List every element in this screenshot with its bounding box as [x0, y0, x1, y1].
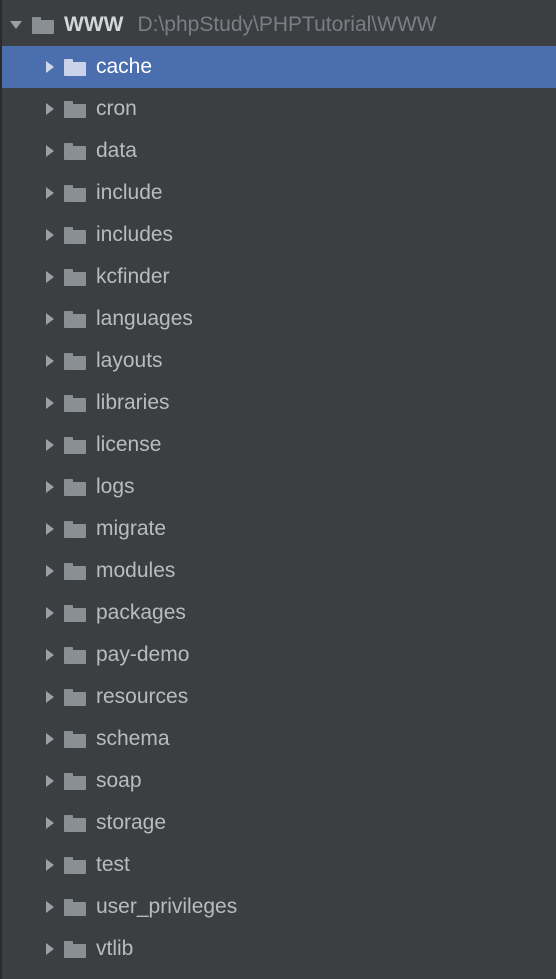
chevron-right-icon[interactable] — [46, 187, 54, 199]
folder-icon — [64, 101, 86, 118]
folder-icon — [64, 605, 86, 622]
chevron-right-icon[interactable] — [46, 61, 54, 73]
folder-icon — [64, 185, 86, 202]
chevron-right-icon[interactable] — [46, 313, 54, 325]
tree-item-label: test — [96, 853, 130, 877]
root-label: WWW — [64, 13, 123, 37]
tree-item[interactable]: cache — [2, 46, 556, 88]
tree-item[interactable]: soap — [2, 760, 556, 802]
chevron-right-icon[interactable] — [46, 271, 54, 283]
chevron-right-icon[interactable] — [46, 439, 54, 451]
tree-item[interactable]: migrate — [2, 508, 556, 550]
folder-icon — [64, 269, 86, 286]
folder-icon — [32, 17, 54, 34]
tree-item[interactable]: cron — [2, 88, 556, 130]
tree-item[interactable]: license — [2, 424, 556, 466]
tree-item[interactable]: user_privileges — [2, 886, 556, 928]
tree-item[interactable]: schema — [2, 718, 556, 760]
folder-icon — [64, 731, 86, 748]
tree-item-label: schema — [96, 727, 170, 751]
root-path: D:\phpStudy\PHPTutorial\WWW — [137, 13, 436, 37]
tree-item-label: packages — [96, 601, 186, 625]
folder-icon — [64, 773, 86, 790]
tree-item-label: pay-demo — [96, 643, 189, 667]
tree-item-label: kcfinder — [96, 265, 170, 289]
folder-icon — [64, 941, 86, 958]
folder-icon — [64, 479, 86, 496]
chevron-right-icon[interactable] — [46, 355, 54, 367]
tree-item-label: cron — [96, 97, 137, 121]
chevron-right-icon[interactable] — [46, 901, 54, 913]
tree-item-label: includes — [96, 223, 173, 247]
chevron-right-icon[interactable] — [46, 817, 54, 829]
folder-icon — [64, 437, 86, 454]
folder-icon — [64, 899, 86, 916]
chevron-right-icon[interactable] — [46, 229, 54, 241]
chevron-right-icon[interactable] — [46, 691, 54, 703]
tree-item[interactable]: data — [2, 130, 556, 172]
chevron-right-icon[interactable] — [46, 649, 54, 661]
chevron-right-icon[interactable] — [46, 943, 54, 955]
tree-item-label: license — [96, 433, 161, 457]
chevron-right-icon[interactable] — [46, 733, 54, 745]
folder-icon — [64, 563, 86, 580]
folder-icon — [64, 353, 86, 370]
tree-item[interactable]: resources — [2, 676, 556, 718]
tree-item[interactable]: layouts — [2, 340, 556, 382]
tree-root-row[interactable]: WWW D:\phpStudy\PHPTutorial\WWW — [2, 4, 556, 46]
chevron-down-icon[interactable] — [10, 21, 22, 29]
chevron-right-icon[interactable] — [46, 607, 54, 619]
tree-item[interactable]: storage — [2, 802, 556, 844]
chevron-right-icon[interactable] — [46, 397, 54, 409]
folder-icon — [64, 311, 86, 328]
folder-icon — [64, 815, 86, 832]
tree-item-label: user_privileges — [96, 895, 237, 919]
tree-item-label: include — [96, 181, 163, 205]
tree-item-label: migrate — [96, 517, 166, 541]
folder-icon — [64, 227, 86, 244]
chevron-right-icon[interactable] — [46, 859, 54, 871]
tree-item[interactable]: libraries — [2, 382, 556, 424]
tree-item-label: languages — [96, 307, 193, 331]
tree-item[interactable]: logs — [2, 466, 556, 508]
tree-item[interactable]: include — [2, 172, 556, 214]
tree-item-label: libraries — [96, 391, 170, 415]
folder-icon — [64, 689, 86, 706]
chevron-right-icon[interactable] — [46, 565, 54, 577]
tree-item-label: data — [96, 139, 137, 163]
tree-item-label: resources — [96, 685, 188, 709]
chevron-right-icon[interactable] — [46, 775, 54, 787]
tree-item-label: layouts — [96, 349, 163, 373]
tree-item[interactable]: kcfinder — [2, 256, 556, 298]
chevron-right-icon[interactable] — [46, 145, 54, 157]
tree-item-label: storage — [96, 811, 166, 835]
tree-item-label: vtlib — [96, 937, 133, 961]
folder-icon — [64, 857, 86, 874]
tree-item-label: soap — [96, 769, 142, 793]
tree-item[interactable]: pay-demo — [2, 634, 556, 676]
folder-icon — [64, 647, 86, 664]
project-tree: WWW D:\phpStudy\PHPTutorial\WWW cache cro… — [2, 0, 556, 970]
tree-item-label: cache — [96, 55, 152, 79]
tree-item-label: modules — [96, 559, 175, 583]
chevron-right-icon[interactable] — [46, 481, 54, 493]
children-container: cache cron data include includes kcfinder lang… — [2, 46, 556, 970]
tree-item[interactable]: vtlib — [2, 928, 556, 970]
tree-item[interactable]: test — [2, 844, 556, 886]
tree-item-label: logs — [96, 475, 135, 499]
folder-icon — [64, 395, 86, 412]
chevron-right-icon[interactable] — [46, 103, 54, 115]
chevron-right-icon[interactable] — [46, 523, 54, 535]
tree-item[interactable]: modules — [2, 550, 556, 592]
tree-item[interactable]: includes — [2, 214, 556, 256]
folder-icon — [64, 521, 86, 538]
tree-item[interactable]: packages — [2, 592, 556, 634]
folder-icon — [64, 59, 86, 76]
tree-item[interactable]: languages — [2, 298, 556, 340]
folder-icon — [64, 143, 86, 160]
